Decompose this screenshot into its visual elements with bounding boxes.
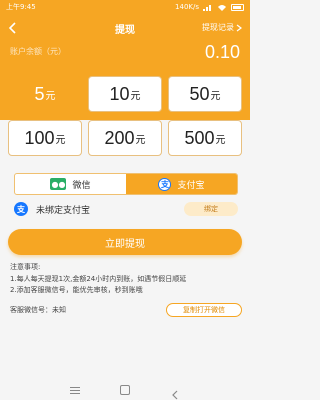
signal-icon bbox=[203, 4, 211, 11]
amount-value: 50 bbox=[189, 83, 210, 104]
service-wechat-row: 客服微信号：未知 复制打开微信 bbox=[10, 303, 242, 317]
amount-option-100[interactable]: 100 元 bbox=[8, 120, 82, 156]
battery-icon bbox=[231, 3, 244, 11]
bind-button[interactable]: 绑定 bbox=[184, 202, 238, 216]
amount-value: 100 bbox=[24, 127, 55, 148]
wifi-icon bbox=[218, 4, 226, 11]
withdraw-record-link[interactable]: 提现记录 bbox=[202, 22, 242, 33]
notes-section: 注意事项: 1.每人每天提现1次,金额24小时内到账，如遇节假日顺延 2.添加客… bbox=[10, 262, 242, 297]
amount-option-50[interactable]: 50 元 bbox=[168, 76, 242, 112]
status-indicators: 140K/s bbox=[175, 3, 244, 11]
notes-title: 注意事项: bbox=[10, 263, 41, 271]
tab-alipay-label: 支付宝 bbox=[177, 180, 205, 191]
amount-unit: 元 bbox=[130, 90, 141, 102]
bind-status-text: 未绑定支付宝 bbox=[36, 205, 91, 216]
amount-option-200[interactable]: 200 元 bbox=[88, 120, 162, 156]
amount-unit: 元 bbox=[45, 90, 56, 102]
tab-wechat-label: 微信 bbox=[72, 180, 91, 191]
tab-wechat[interactable]: ●● 微信 bbox=[15, 174, 126, 194]
alipay-icon: 支 bbox=[14, 202, 28, 216]
tab-alipay[interactable]: 支 支付宝 bbox=[126, 174, 237, 194]
status-bar: 上午9:45 140K/s bbox=[0, 0, 250, 14]
bind-alipay-row: 支 未绑定支付宝 绑定 bbox=[14, 200, 238, 218]
navigation-bar: 提现 提现记录 bbox=[0, 16, 250, 40]
payment-method-tabs: ●● 微信 支 支付宝 bbox=[14, 173, 238, 195]
wechat-icon: ●● bbox=[50, 178, 67, 190]
home-icon[interactable] bbox=[120, 385, 130, 395]
amount-unit: 元 bbox=[135, 134, 146, 146]
status-time: 上午9:45 bbox=[6, 3, 36, 11]
back-icon[interactable] bbox=[170, 385, 180, 400]
balance-value: 0.10 bbox=[204, 42, 240, 62]
service-wechat-label: 客服微信号：未知 bbox=[10, 306, 66, 314]
amount-option-500[interactable]: 500 元 bbox=[168, 120, 242, 156]
amount-options: 5元 10 元 50 元 100 元 200 元 500 元 bbox=[8, 76, 242, 156]
amount-value: 500 bbox=[184, 127, 215, 148]
system-navigation-bar bbox=[0, 380, 250, 400]
withdraw-button[interactable]: 立即提现 bbox=[8, 229, 242, 255]
network-speed: 140K/s bbox=[175, 3, 199, 11]
copy-open-wechat-button[interactable]: 复制打开微信 bbox=[166, 303, 242, 317]
note-item: 2.添加客服微信号，能优先审核，秒到账哦 bbox=[10, 286, 143, 294]
amount-unit: 元 bbox=[55, 134, 66, 146]
amount-value: 10 bbox=[109, 83, 130, 104]
amount-value: 5 bbox=[34, 83, 45, 104]
amount-unit: 元 bbox=[215, 134, 226, 146]
amount-option-10[interactable]: 10 元 bbox=[88, 76, 162, 112]
chevron-right-icon bbox=[236, 24, 242, 31]
alipay-icon: 支 bbox=[158, 177, 172, 191]
amount-option-5[interactable]: 5元 bbox=[8, 76, 82, 112]
menu-icon[interactable] bbox=[70, 385, 80, 395]
balance-label: 账户余额（元） bbox=[10, 47, 66, 56]
withdraw-record-label: 提现记录 bbox=[202, 23, 234, 32]
note-item: 1.每人每天提现1次,金额24小时内到账，如遇节假日顺延 bbox=[10, 274, 187, 283]
amount-unit: 元 bbox=[210, 90, 221, 102]
amount-value: 200 bbox=[104, 127, 135, 148]
